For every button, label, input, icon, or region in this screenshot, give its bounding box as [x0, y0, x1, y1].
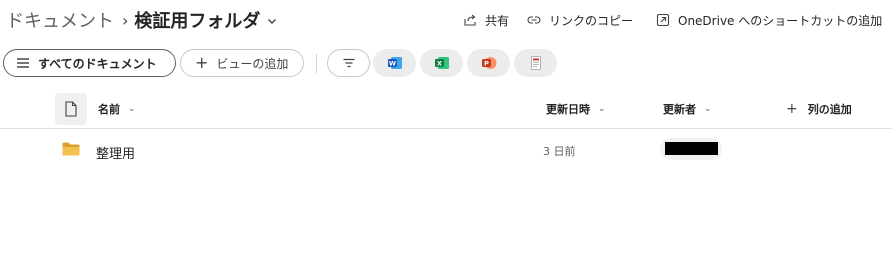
powerpoint-icon: P — [481, 57, 496, 69]
column-header-modified-by[interactable]: 更新者 ⌄ — [663, 101, 712, 117]
breadcrumb-root[interactable]: ドキュメント — [6, 7, 114, 33]
filter-other-chip[interactable] — [514, 49, 557, 77]
add-shortcut-label: OneDrive へのショートカットの追加 — [678, 13, 883, 28]
breadcrumb-current[interactable]: 検証用フォルダ — [134, 7, 260, 33]
all-documents-view-button[interactable]: すべてのドキュメント — [3, 49, 176, 77]
chevron-down-icon[interactable] — [266, 15, 278, 27]
file-icon — [65, 101, 77, 117]
plus-icon: + — [195, 53, 209, 72]
filter-powerpoint-chip[interactable]: P — [467, 49, 510, 77]
filter-icon — [343, 58, 354, 68]
column-name-label: 名前 — [98, 103, 120, 116]
share-icon — [464, 14, 476, 26]
header: ドキュメント › 検証用フォルダ 共有 リンクのコピー OneDrive へのシ… — [0, 0, 892, 40]
share-label: 共有 — [485, 13, 510, 28]
svg-text:P: P — [484, 60, 489, 68]
plus-icon: + — [786, 101, 798, 117]
column-modified-by-label: 更新者 — [663, 103, 696, 116]
add-view-label: ビューの追加 — [216, 56, 289, 71]
document-icon — [530, 56, 541, 70]
redacted-editor-name — [665, 142, 718, 155]
breadcrumb-separator: › — [122, 10, 129, 30]
filter-word-chip[interactable]: W — [373, 49, 416, 77]
table-row[interactable]: 整理用 3 日前 — [0, 130, 892, 170]
word-icon: W — [387, 57, 402, 69]
column-header-name[interactable]: 名前 ⌄ — [98, 101, 136, 117]
shortcut-icon — [656, 13, 670, 27]
list-header: 名前 ⌄ 更新日時 ⌄ 更新者 ⌄ + 列の追加 — [0, 91, 892, 129]
excel-icon: X — [434, 57, 449, 69]
command-bar: すべてのドキュメント + ビューの追加 W X P — [0, 49, 892, 79]
breadcrumb: ドキュメント › 検証用フォルダ — [6, 6, 278, 34]
column-modified-label: 更新日時 — [546, 103, 590, 116]
add-shortcut-button[interactable]: OneDrive へのショートカットの追加 — [656, 10, 882, 30]
list-view-icon — [17, 58, 29, 68]
row-name-link[interactable]: 整理用 — [96, 143, 135, 162]
add-view-button[interactable]: + ビューの追加 — [180, 49, 304, 77]
column-header-modified[interactable]: 更新日時 ⌄ — [546, 101, 606, 117]
row-modified: 3 日前 — [543, 145, 576, 158]
filter-excel-chip[interactable]: X — [420, 49, 463, 77]
share-button[interactable]: 共有 — [463, 10, 509, 30]
divider — [316, 54, 317, 73]
filter-button[interactable] — [327, 49, 370, 77]
svg-text:X: X — [436, 60, 441, 68]
svg-text:W: W — [388, 60, 395, 68]
chevron-down-icon: ⌄ — [128, 104, 136, 114]
folder-icon — [62, 142, 80, 156]
copy-link-label: リンクのコピー — [549, 13, 634, 28]
chevron-down-icon: ⌄ — [704, 104, 712, 114]
chevron-down-icon: ⌄ — [598, 104, 606, 114]
add-column-button[interactable]: + 列の追加 — [786, 101, 852, 117]
file-type-column-header[interactable] — [55, 93, 87, 125]
all-documents-label: すべてのドキュメント — [38, 56, 157, 71]
link-icon — [527, 16, 541, 24]
add-column-label: 列の追加 — [807, 103, 852, 116]
copy-link-button[interactable]: リンクのコピー — [527, 10, 633, 30]
